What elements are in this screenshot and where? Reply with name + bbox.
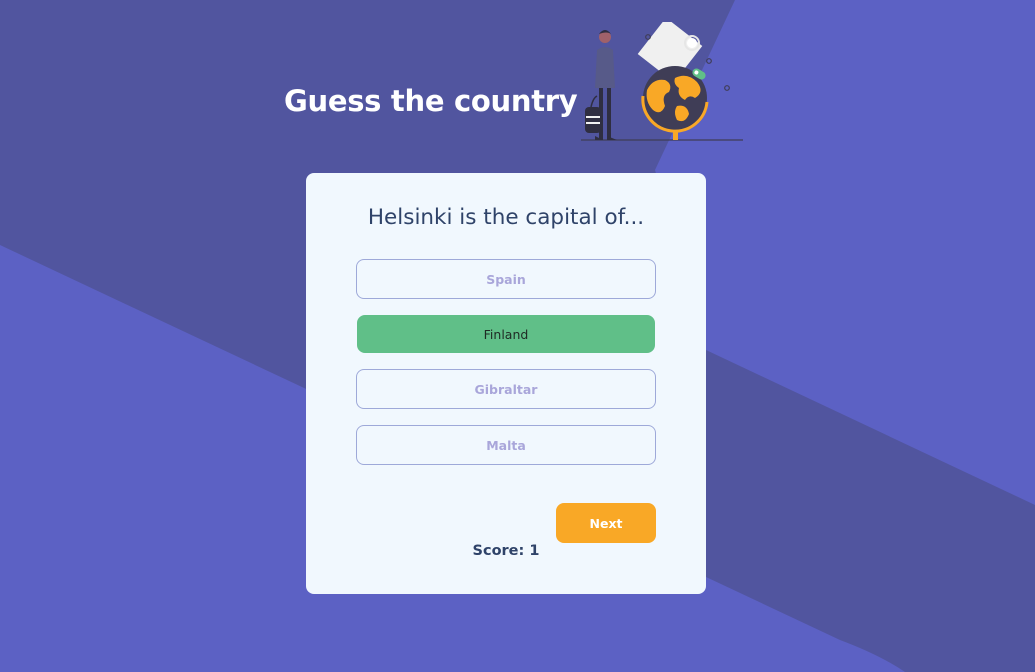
next-button[interactable]: Next <box>556 503 656 543</box>
app-title: Guess the country <box>284 84 578 118</box>
header: Guess the country <box>283 22 753 147</box>
answer-option-malta[interactable]: Malta <box>356 425 656 465</box>
quiz-card: Helsinki is the capital of... Spain Finl… <box>306 173 706 594</box>
score-label: Score: 1 <box>472 543 540 559</box>
answer-option-spain[interactable]: Spain <box>356 259 656 299</box>
question-text: Helsinki is the capital of... <box>367 205 645 230</box>
traveler-globe-illustration <box>581 22 743 141</box>
answer-option-finland[interactable]: Finland <box>357 315 655 353</box>
answer-options: Spain Finland Gibraltar Malta <box>356 259 656 481</box>
app-screen: Guess the country Helsinki is the capita… <box>0 0 1035 672</box>
answer-option-gibraltar[interactable]: Gibraltar <box>356 369 656 409</box>
